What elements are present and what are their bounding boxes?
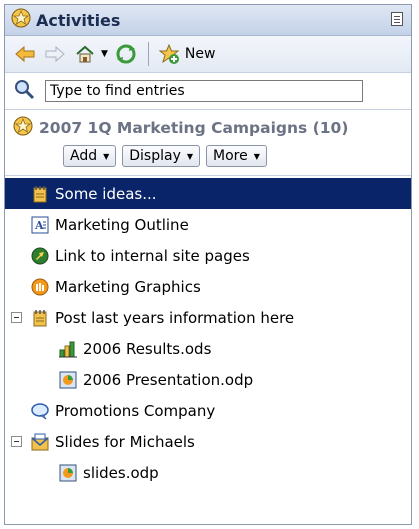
notebook-icon: [31, 309, 49, 327]
presentation-icon: [59, 464, 77, 482]
list-item-label: Some ideas...: [55, 184, 157, 203]
activity-title-row[interactable]: 2007 1Q Marketing Campaigns (10): [13, 116, 403, 140]
toolbar-divider: [147, 42, 149, 66]
mail-folder-icon: [31, 433, 49, 451]
spreadsheet-icon: [59, 340, 77, 358]
activities-panel: Activities ▼ New Type to find entries 20…: [4, 4, 412, 525]
list-item-slides-for-michaels[interactable]: Slides for Michaels: [5, 426, 411, 457]
chat-icon: [31, 402, 49, 420]
chevron-down-icon[interactable]: ▼: [101, 49, 108, 59]
chevron-down-icon: ▼: [186, 151, 194, 161]
presentation-icon: [59, 371, 77, 389]
search-row: [5, 73, 411, 110]
list-item-2006-presentation[interactable]: 2006 Presentation.odp: [5, 364, 411, 395]
activities-star-icon: [11, 8, 31, 32]
activity-star-icon: [13, 116, 33, 140]
list-item-marketing-outline[interactable]: A Marketing Outline: [5, 209, 411, 240]
notebook-icon: [31, 185, 49, 203]
forward-arrow-icon[interactable]: [43, 42, 67, 66]
display-button[interactable]: Display ▼: [122, 145, 201, 167]
chevron-down-icon: ▼: [253, 151, 260, 161]
graphics-icon: [31, 278, 49, 296]
list-item-promotions-company[interactable]: Promotions Company: [5, 395, 411, 426]
add-button[interactable]: Add ▼: [63, 145, 117, 167]
refresh-icon[interactable]: [114, 42, 138, 66]
list-item-label: Slides for Michaels: [55, 432, 195, 451]
list-item-label: Marketing Outline: [55, 215, 189, 234]
collapse-toggle[interactable]: [11, 436, 22, 447]
activity-name: 2007 1Q Marketing Campaigns (10): [39, 119, 349, 137]
activity-header: 2007 1Q Marketing Campaigns (10) Add ▼ D…: [5, 110, 411, 176]
activity-button-row: Add ▼ Display ▼ More ▼: [63, 145, 403, 167]
more-button[interactable]: More ▼: [206, 145, 267, 167]
list-item-label: 2006 Results.ods: [83, 339, 212, 358]
panel-title: Activities: [36, 10, 121, 30]
list-item-slides-odp[interactable]: slides.odp: [5, 457, 411, 488]
list-item-marketing-graphics[interactable]: Marketing Graphics: [5, 271, 411, 302]
list-item-label: Link to internal site pages: [55, 246, 250, 265]
add-button-label: Add: [70, 148, 98, 164]
more-button-label: More: [213, 148, 248, 164]
list-item-label: 2006 Presentation.odp: [83, 370, 254, 389]
list-item-label: Promotions Company: [55, 401, 216, 420]
new-star-icon[interactable]: [157, 42, 181, 66]
panel-titlebar: Activities: [5, 5, 411, 36]
panel-menu-icon[interactable]: [391, 12, 403, 26]
list-item-label: Post last years information here: [55, 308, 295, 327]
chevron-down-icon: ▼: [103, 151, 110, 161]
collapse-toggle[interactable]: [11, 312, 22, 323]
svg-text:A: A: [34, 219, 44, 232]
list-item-link-internal[interactable]: Link to internal site pages: [5, 240, 411, 271]
search-icon: [13, 78, 35, 104]
toolbar: ▼ New: [5, 36, 411, 73]
search-input[interactable]: [45, 80, 363, 102]
list-item-some-ideas[interactable]: Some ideas...: [5, 178, 411, 209]
list-item-label: slides.odp: [83, 463, 159, 482]
entry-list: Some ideas... A Marketing Outline Link t…: [5, 176, 411, 488]
link-icon: [31, 247, 49, 265]
list-item-2006-results[interactable]: 2006 Results.ods: [5, 333, 411, 364]
home-icon[interactable]: [73, 42, 97, 66]
back-arrow-icon[interactable]: [13, 42, 37, 66]
document-icon: A: [31, 216, 49, 234]
display-button-label: Display: [129, 148, 181, 164]
list-item-post-last-years[interactable]: Post last years information here: [5, 302, 411, 333]
new-button[interactable]: New: [185, 46, 216, 62]
list-item-label: Marketing Graphics: [55, 277, 201, 296]
